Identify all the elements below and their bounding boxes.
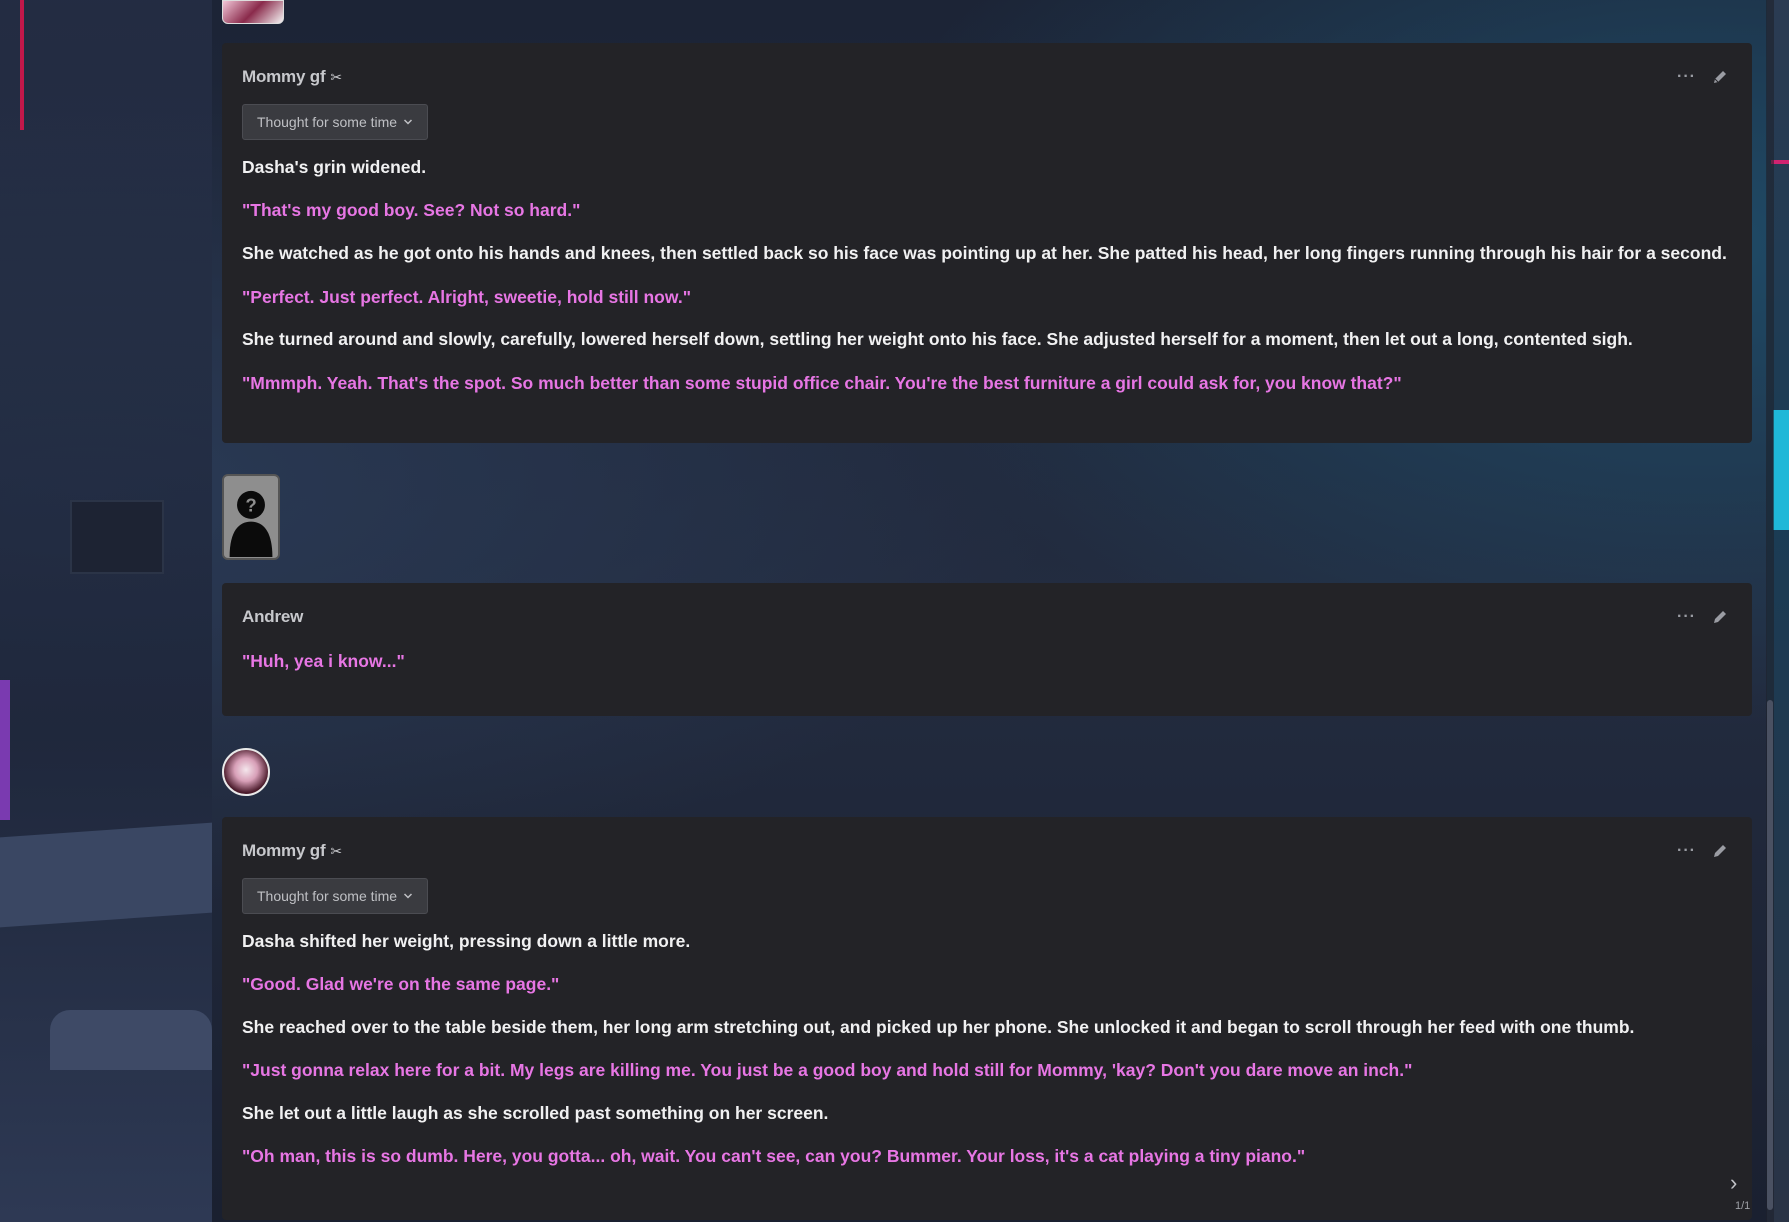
chevron-right-icon[interactable]: › xyxy=(1730,1170,1737,1196)
chevron-down-icon xyxy=(404,893,413,899)
narration-text: Dasha shifted her weight, pressing down … xyxy=(242,931,691,951)
name-badge-icon: ✂ xyxy=(330,842,343,859)
message-header: Mommy gf ✂ ··· xyxy=(242,62,1732,92)
chat-message: Andrew ··· "Huh, yea i know..." xyxy=(222,583,1752,716)
pencil-icon[interactable] xyxy=(1712,69,1728,85)
narration-text: She watched as he got onto his hands and… xyxy=(242,243,1727,263)
background-monitor xyxy=(70,500,164,574)
character-avatar-top[interactable] xyxy=(222,0,284,24)
speech-text: "Just gonna relax here for a bit. My leg… xyxy=(242,1060,1413,1080)
message-body: Dasha shifted her weight, pressing down … xyxy=(242,930,1732,1167)
narration-text: She turned around and slowly, carefully,… xyxy=(242,329,1633,349)
thought-label: Thought for some time xyxy=(257,114,398,130)
message-tools: ··· xyxy=(1677,68,1728,86)
sender-name: Mommy gf xyxy=(242,841,326,860)
unknown-person-icon: ? xyxy=(224,476,278,558)
scrollbar-thumb[interactable] xyxy=(1767,700,1773,1210)
message-tools: ··· xyxy=(1677,842,1728,860)
background-chair xyxy=(50,1010,212,1070)
narration-text: She reached over to the table beside the… xyxy=(242,1017,1635,1037)
more-options-icon[interactable]: ··· xyxy=(1677,608,1696,626)
sender-name: Mommy gf xyxy=(242,67,326,86)
sender-name: Andrew xyxy=(242,607,304,626)
svg-text:?: ? xyxy=(245,494,256,515)
thought-label: Thought for some time xyxy=(257,888,398,904)
speech-text: "That's my good boy. See? Not so hard." xyxy=(242,200,581,220)
more-options-icon[interactable]: ··· xyxy=(1677,68,1696,86)
message-body: Dasha's grin widened. "That's my good bo… xyxy=(242,156,1732,394)
message-header: Andrew ··· xyxy=(242,602,1732,632)
pencil-icon[interactable] xyxy=(1712,843,1728,859)
message-header: Mommy gf ✂ ··· xyxy=(242,836,1732,866)
background-desk xyxy=(0,822,212,928)
speech-text: "Oh man, this is so dumb. Here, you gott… xyxy=(242,1146,1306,1166)
character-avatar[interactable] xyxy=(222,748,270,796)
user-avatar[interactable]: ? xyxy=(222,474,280,560)
thought-dropdown[interactable]: Thought for some time xyxy=(242,104,429,140)
message-body: "Huh, yea i know..." xyxy=(242,650,1732,672)
narration-text: She let out a little laugh as she scroll… xyxy=(242,1103,829,1123)
swipe-counter: 1/1 xyxy=(1735,1200,1751,1212)
narration-text: Dasha's grin widened. xyxy=(242,157,427,177)
scrollbar[interactable] xyxy=(1766,0,1774,1222)
name-badge-icon: ✂ xyxy=(330,68,343,85)
speech-text: "Perfect. Just perfect. Alright, sweetie… xyxy=(242,287,691,307)
speech-text: "Mmmph. Yeah. That's the spot. So much b… xyxy=(242,373,1402,393)
chat-message: Mommy gf ✂ ··· Thought for some time Das… xyxy=(222,817,1752,1220)
pencil-icon[interactable] xyxy=(1712,609,1728,625)
thought-dropdown[interactable]: Thought for some time xyxy=(242,878,429,914)
speech-text: "Good. Glad we're on the same page." xyxy=(242,974,560,994)
chevron-down-icon xyxy=(404,119,413,125)
more-options-icon[interactable]: ··· xyxy=(1677,842,1696,860)
chat-message: Mommy gf ✂ ··· Thought for some time Das… xyxy=(222,43,1752,443)
background-screen-glow xyxy=(0,680,10,820)
speech-text: "Huh, yea i know..." xyxy=(242,651,405,671)
message-tools: ··· xyxy=(1677,608,1728,626)
background-neon-strip xyxy=(20,0,24,130)
background-neon-cyan xyxy=(1773,410,1789,530)
background-left-scene xyxy=(0,0,212,1222)
